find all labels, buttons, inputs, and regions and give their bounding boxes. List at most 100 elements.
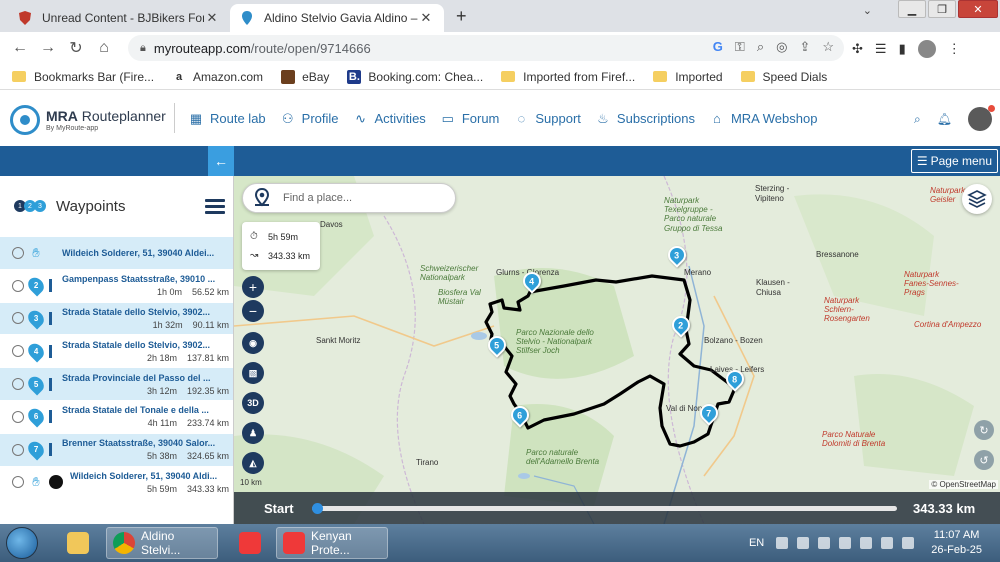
notification-bell-icon[interactable]: 🔔︎: [937, 112, 952, 126]
bookmark-item[interactable]: eBay: [281, 69, 329, 84]
forward-arrow-icon[interactable]: →: [34, 39, 62, 57]
home-icon[interactable]: ⌂: [90, 39, 118, 57]
map-waypoint-marker[interactable]: 3: [664, 242, 690, 270]
page-menu-button[interactable]: ☰ Page menu: [910, 149, 998, 173]
back-arrow-icon[interactable]: ←: [6, 39, 34, 57]
map-layers-button[interactable]: [962, 184, 992, 214]
drag-handle[interactable]: [49, 443, 52, 457]
waypoint-row[interactable]: 2 Gampenpass Staatsstraße, 39010 ... 1h …: [0, 268, 233, 302]
drag-handle[interactable]: [49, 377, 52, 391]
map-waypoint-marker[interactable]: 4: [519, 268, 545, 296]
mra-logo[interactable]: MRA Routeplanner By MyRoute-app: [10, 105, 166, 135]
bookmark-item[interactable]: Speed Dials: [740, 70, 827, 84]
nav-activities[interactable]: ∿ Activities: [353, 111, 426, 127]
place-search-box[interactable]: Find a place...: [242, 183, 456, 213]
drag-handle[interactable]: [49, 410, 52, 424]
bookmark-item[interactable]: Bookmarks Bar (Fire...: [12, 70, 154, 84]
clock-icon[interactable]: [12, 246, 24, 259]
zoom-out-minus-icon[interactable]: −: [242, 300, 264, 322]
taskbar-chrome-window[interactable]: Aldino Stelvi...: [106, 527, 218, 559]
extensions-puzzle-icon[interactable]: ✣: [852, 41, 863, 57]
map-waypoint-marker[interactable]: 6: [507, 402, 533, 430]
rotate-clockwise-icon[interactable]: ↻: [974, 420, 994, 440]
progress-track[interactable]: [312, 502, 897, 514]
clock-icon[interactable]: [12, 345, 24, 358]
bookmark-item[interactable]: Imported from Firef...: [501, 70, 635, 84]
user-avatar[interactable]: [968, 105, 995, 131]
elevation-icon[interactable]: ◭: [242, 452, 264, 474]
clock-icon[interactable]: [12, 443, 24, 456]
waypoints-menu-icon[interactable]: [205, 196, 225, 217]
kebab-menu-icon[interactable]: ⋮: [948, 41, 961, 57]
search-icon[interactable]: ⌕: [914, 112, 921, 127]
share-icon[interactable]: ⇪: [799, 39, 810, 55]
rotate-counterclockwise-icon[interactable]: ↺: [974, 450, 994, 470]
close-tab-icon[interactable]: ✕: [418, 10, 434, 26]
language-indicator[interactable]: EN: [749, 537, 764, 549]
google-g-icon[interactable]: G: [713, 39, 723, 55]
taskbar-file-explorer[interactable]: [56, 527, 100, 559]
route-map[interactable]: Sterzing - Vipiteno Davos Glurns - Glore…: [234, 176, 1000, 524]
waypoint-row[interactable]: 4 Strada Statale dello Stelvio, 3902... …: [0, 334, 233, 367]
waypoint-row[interactable]: 3 Strada Statale dello Stelvio, 3902... …: [0, 301, 233, 335]
action-center-flag-icon[interactable]: [839, 537, 852, 549]
side-panel-icon[interactable]: ▮: [899, 41, 906, 57]
clock-icon[interactable]: [12, 279, 24, 292]
volume-icon[interactable]: [881, 537, 894, 549]
map-waypoint-marker[interactable]: 8: [722, 366, 748, 394]
windows-start-icon[interactable]: [6, 527, 38, 559]
taskbar-vivaldi-pinned[interactable]: [228, 527, 272, 559]
reading-list-icon[interactable]: ☰: [875, 41, 887, 57]
drag-handle[interactable]: [49, 344, 52, 358]
nav-profile[interactable]: ⚇ Profile: [280, 111, 339, 127]
profile-avatar-icon[interactable]: [917, 40, 936, 58]
drag-handle[interactable]: [49, 279, 52, 293]
eye-slash-icon[interactable]: ◎: [776, 39, 787, 55]
progress-slider-knob[interactable]: [312, 502, 323, 514]
bluetooth-icon[interactable]: [818, 537, 831, 549]
street-view-icon[interactable]: ♟: [242, 422, 264, 444]
waypoint-row[interactable]: 7 Brenner Staatsstraße, 39040 Salor... 5…: [0, 432, 233, 466]
taskbar-vivaldi-window[interactable]: Kenyan Prote...: [276, 527, 388, 559]
taskbar-clock[interactable]: 11:07 AM 26-Feb-25: [931, 528, 982, 558]
tray-app-icon[interactable]: [860, 537, 873, 549]
waypoint-row[interactable]: ✋︎ Wildeich Solderer, 51, 39040 Aldi... …: [0, 465, 233, 499]
collapse-sidebar-arrow-icon[interactable]: ←: [208, 146, 234, 176]
browser-tab-bjbikers[interactable]: Unread Content - BJBikers Forum ✕: [8, 4, 230, 32]
tab-search-chevron-icon[interactable]: ⌄: [863, 4, 872, 17]
nav-forum[interactable]: ▭ Forum: [440, 111, 500, 127]
toggle-3d-button[interactable]: 3D: [242, 392, 264, 414]
window-close-icon[interactable]: ✕: [958, 0, 998, 18]
map-waypoint-marker[interactable]: 2: [668, 312, 694, 340]
close-tab-icon[interactable]: ✕: [204, 10, 220, 26]
nav-route-lab[interactable]: ▦ Route lab: [188, 111, 266, 127]
waypoint-row[interactable]: 6 Strada Statale del Tonale e della ... …: [0, 399, 233, 433]
tray-app-icon[interactable]: [797, 537, 810, 549]
minimize-icon[interactable]: ▁: [898, 0, 926, 18]
bookmark-item[interactable]: B. Booking.com: Chea...: [347, 69, 483, 84]
bookmark-star-icon[interactable]: ☆: [822, 39, 834, 55]
nav-subscriptions[interactable]: ♨ Subscriptions: [595, 111, 695, 127]
clock-icon[interactable]: [12, 476, 24, 489]
bookmark-item[interactable]: Imported: [653, 70, 723, 84]
maximize-icon[interactable]: ❐: [928, 0, 956, 18]
waypoint-row[interactable]: ✋︎ Wildeich Solderer, 51, 39040 Aldei...: [0, 236, 233, 269]
map-attribution[interactable]: © OpenStreetMap: [929, 480, 998, 489]
clock-icon[interactable]: [12, 312, 24, 325]
zoom-icon[interactable]: ⌕: [757, 39, 764, 55]
map-waypoint-marker[interactable]: 5: [484, 332, 510, 360]
drag-handle[interactable]: [49, 311, 52, 325]
map-waypoint-marker[interactable]: 7: [696, 400, 722, 428]
address-bar[interactable]: 🔒︎ myrouteapp.com /route/open/9714666 G …: [128, 35, 844, 61]
browser-tab-myrouteapp[interactable]: Aldino Stelvio Gavia Aldino – MyR ✕: [230, 4, 444, 32]
clock-icon[interactable]: [12, 410, 24, 423]
location-tool-icon[interactable]: ◉: [242, 332, 264, 354]
new-tab-plus-icon[interactable]: +: [456, 6, 467, 27]
clock-icon[interactable]: [12, 378, 24, 391]
nav-support[interactable]: ◌ Support: [513, 111, 581, 127]
bookmark-item[interactable]: a Amazon.com: [172, 70, 263, 84]
network-signal-icon[interactable]: [902, 537, 915, 549]
layers-tool-icon[interactable]: ▧: [242, 362, 264, 384]
tray-app-icon[interactable]: [776, 537, 789, 549]
key-icon[interactable]: ⚿: [735, 39, 745, 55]
